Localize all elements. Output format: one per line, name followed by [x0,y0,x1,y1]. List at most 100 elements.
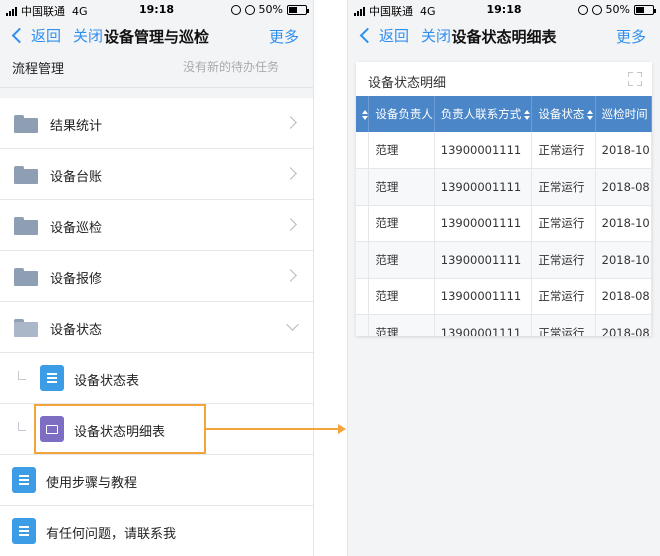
time-cell: 2018-08 [595,168,652,206]
menu-item-results[interactable]: 结果统计 [0,98,313,149]
more-button[interactable]: 更多 [616,26,646,47]
folder-icon [14,217,38,235]
document-icon [40,365,64,391]
row-gutter [356,205,370,242]
phone-cell[interactable]: 13900001111 [434,314,533,336]
orientation-lock-icon [577,4,588,15]
menu-item-label: 设备报修 [50,272,103,287]
sub-item-status-detail[interactable]: 设备状态明细表 [0,404,313,455]
status-detail-table: 设备负责人 负责人联系方式 设备状态 巡检时间 范理 13900001111 正常运… [356,96,652,336]
back-label: 返回 [379,27,410,45]
column-header-contact[interactable]: 负责人联系方式 [434,96,533,132]
alarm-icon [244,4,255,15]
card-title: 设备状态明细 [368,76,447,91]
battery-percent: 50% [605,3,630,16]
chevron-right-icon [284,218,297,231]
menu-item-contact[interactable]: 有任何问题，请联系我 [0,506,313,556]
folder-icon [14,166,38,184]
row-gutter [356,132,370,169]
menu-item-status[interactable]: 设备状态 [0,302,313,353]
fullscreen-icon[interactable] [628,72,642,86]
row-gutter [356,241,370,279]
time-cell: 2018-10 [595,132,652,169]
menu-item-label: 设备台账 [50,170,103,185]
status-cell: 正常运行 [531,314,596,336]
owner-cell: 范理 [368,132,435,169]
phone-cell[interactable]: 13900001111 [434,168,533,206]
chevron-right-icon [284,167,297,180]
column-header-status[interactable]: 设备状态 [531,96,596,132]
detail-card: 设备状态明细 设备负责人 负责人联系方式 设备状态 巡检时间 范理 1390000… [356,62,652,336]
back-button[interactable]: 返回 [358,25,409,46]
phone-cell[interactable]: 13900001111 [434,132,533,169]
workflow-label: 流程管理 [12,62,65,77]
phone-cell[interactable]: 13900001111 [434,205,533,242]
sub-item-status-table[interactable]: 设备状态表 [0,353,313,404]
row-gutter [356,168,370,206]
tree-branch-line [18,422,26,431]
phone-cell[interactable]: 13900001111 [434,278,533,315]
table-row[interactable]: 范理 13900001111 正常运行 2018-08 [356,314,652,336]
tree-branch-line [18,371,26,380]
phone-cell[interactable]: 13900001111 [434,241,533,279]
orientation-lock-icon [230,4,241,15]
column-header-owner[interactable]: 设备负责人 [368,96,435,132]
column-header-inspection-time[interactable]: 巡检时间 [595,96,652,132]
table-row[interactable]: 范理 13900001111 正常运行 2018-10 [356,132,652,169]
time-cell: 2018-10 [595,205,652,242]
time-cell: 2018-08 [595,278,652,315]
right-phone-screen: 中国联通 4G 19:18 50% 返回 关闭 设备状态明细表 更多 设备状态明… [347,0,660,556]
table-row[interactable]: 范理 13900001111 正常运行 2018-10 [356,205,652,242]
close-button[interactable]: 关闭 [421,25,451,46]
row-gutter [356,314,370,336]
menu-item-repair[interactable]: 设备报修 [0,251,313,302]
battery-icon [634,4,656,15]
menu-item-tutorial[interactable]: 使用步骤与教程 [0,455,313,506]
sort-icon [362,109,368,120]
owner-cell: 范理 [368,168,435,206]
battery-icon [287,4,309,15]
column-header-sort[interactable] [356,96,370,132]
chevron-left-icon [11,27,28,44]
arrow-right-icon [338,424,346,434]
sub-item-label: 设备状态明细表 [74,425,166,440]
form-icon [40,416,64,442]
back-label: 返回 [31,27,62,45]
folder-icon [14,115,38,133]
document-icon [12,518,36,544]
transition-arrow-line [206,428,342,430]
table-row[interactable]: 范理 13900001111 正常运行 2018-08 [356,278,652,315]
owner-cell: 范理 [368,205,435,242]
table-row[interactable]: 范理 13900001111 正常运行 2018-08 [356,168,652,206]
status-cell: 正常运行 [531,241,596,279]
todo-status: 没有新的待办任务 [182,60,279,74]
more-button[interactable]: 更多 [269,26,299,47]
menu-item-label: 设备状态 [50,323,103,338]
alarm-icon [591,4,602,15]
sort-icon [524,109,531,120]
folder-icon [14,268,38,286]
menu-item-label: 使用步骤与教程 [46,476,138,491]
chevron-right-icon [284,116,297,129]
folder-open-icon [14,319,38,337]
status-cell: 正常运行 [531,132,596,169]
nav-bar: 返回 关闭 设备管理与巡检 更多 [0,20,313,54]
status-bar: 中国联通 4G 19:18 50% [348,0,660,20]
close-button[interactable]: 关闭 [73,25,103,46]
chevron-left-icon [359,27,376,44]
time-cell: 2018-08 [595,314,652,336]
status-cell: 正常运行 [531,278,596,315]
back-button[interactable]: 返回 [10,25,61,46]
battery-percent: 50% [258,3,283,16]
table-header-row: 设备负责人 负责人联系方式 设备状态 巡检时间 [356,96,652,132]
workflow-header: 流程管理 没有新的待办任务 [0,54,313,88]
menu-item-ledger[interactable]: 设备台账 [0,149,313,200]
app-menu: 结果统计 设备台账 设备巡检 设备报修 设备状态 设备状态表 设备状态明细表 使… [0,98,313,556]
menu-item-label: 有任何问题，请联系我 [46,527,177,542]
status-bar: 中国联通 4G 19:18 50% [0,0,313,20]
sort-icon [587,109,594,120]
document-icon [12,467,36,493]
menu-item-inspection[interactable]: 设备巡检 [0,200,313,251]
table-row[interactable]: 范理 13900001111 正常运行 2018-10 [356,241,652,279]
chevron-right-icon [284,269,297,282]
